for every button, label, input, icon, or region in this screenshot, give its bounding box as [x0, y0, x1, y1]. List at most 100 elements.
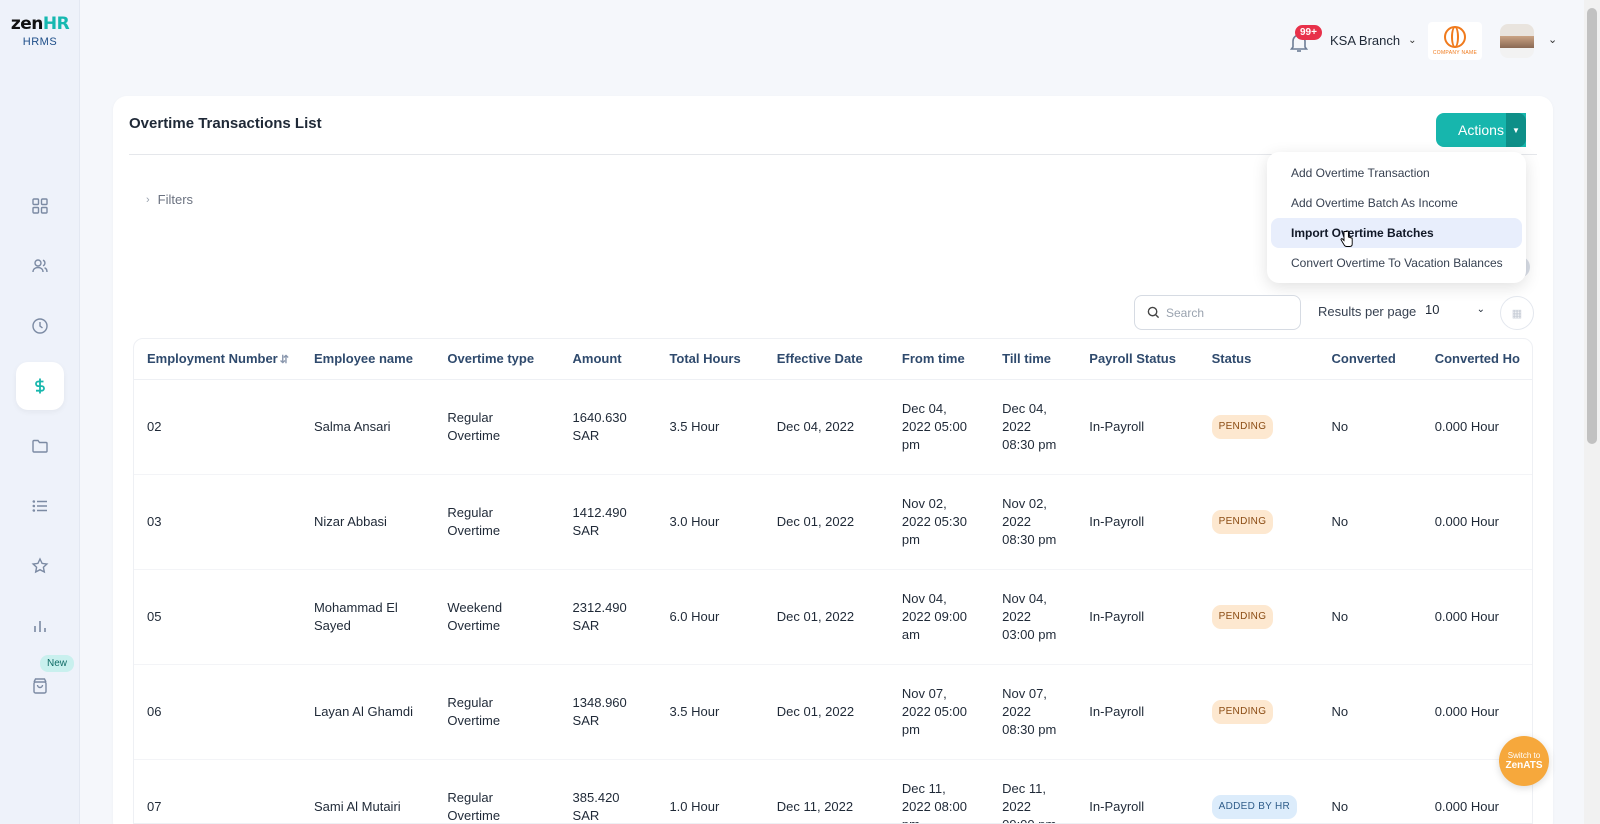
cell-overtime-type: Weekend Overtime [434, 569, 560, 665]
column-header-status[interactable]: Status [1198, 339, 1319, 380]
cell-converted: No [1318, 379, 1422, 475]
table-row[interactable]: 06 Layan Al Ghamdi Regular Overtime 1348… [134, 664, 1532, 760]
cell-status: PENDING [1198, 379, 1319, 475]
cell-overtime-type: Regular Overtime [434, 759, 560, 823]
cell-effective-date: Dec 01, 2022 [763, 474, 889, 570]
switch-line2: ZenATS [1505, 760, 1543, 771]
sidebar-item-dashboard[interactable] [16, 182, 64, 230]
column-header-converted[interactable]: Converted [1318, 339, 1422, 380]
list-icon [32, 500, 47, 512]
globe-icon [1444, 26, 1466, 48]
sidebar: zenHR HRMS New [0, 0, 80, 824]
column-header-employment-number[interactable]: Employment Number ⇵ [134, 339, 301, 380]
table-header-row: Employment Number ⇵ Employee name Overtim… [134, 339, 1532, 380]
cell-converted: No [1318, 474, 1422, 570]
column-header-total-hours[interactable]: Total Hours [656, 339, 764, 380]
column-header-till-time[interactable]: Till time [989, 339, 1077, 380]
cell-total-hours: 3.0 Hour [656, 474, 764, 570]
cell-from-time: Nov 07, 2022 05:00 pm [888, 664, 990, 760]
shopping-bag-icon [33, 678, 47, 694]
cell-overtime-type: Regular Overtime [434, 379, 560, 475]
filters-toggle[interactable]: › Filters [146, 192, 193, 207]
column-header-employee-name[interactable]: Employee name [300, 339, 435, 380]
column-header-amount[interactable]: Amount [559, 339, 657, 380]
sidebar-item-payroll[interactable] [16, 362, 64, 410]
branch-selector[interactable]: KSA Branch ⌄ [1330, 33, 1417, 48]
column-header-effective-date[interactable]: Effective Date [763, 339, 889, 380]
page-title: Overtime Transactions List [129, 115, 322, 132]
sidebar-item-performance[interactable] [16, 542, 64, 590]
page-scrollbar[interactable] [1584, 0, 1600, 824]
cell-till-time: Nov 07, 2022 08:30 pm [989, 664, 1077, 760]
results-per-page-label: Results per page [1318, 304, 1417, 319]
sidebar-item-employees[interactable] [16, 242, 64, 290]
cell-effective-date: Dec 01, 2022 [763, 664, 889, 760]
results-per-page-select[interactable]: 10 ⌄ [1425, 302, 1485, 317]
filters-label: Filters [157, 192, 194, 207]
status-badge: ADDED BY HR [1211, 794, 1298, 819]
menu-item-add-overtime-batch-income[interactable]: Add Overtime Batch As Income [1271, 188, 1522, 218]
cell-amount: 2312.490 SAR [559, 569, 657, 665]
switch-to-zenats-button[interactable]: Switch to ZenATS [1499, 736, 1549, 786]
cell-total-hours: 3.5 Hour [656, 664, 764, 760]
actions-dropdown-menu: Add Overtime Transaction Add Overtime Ba… [1267, 152, 1526, 283]
status-badge: PENDING [1211, 414, 1274, 439]
dollar-icon [35, 378, 45, 394]
column-header-payroll-status[interactable]: Payroll Status [1076, 339, 1199, 380]
column-header-converted-hours[interactable]: Converted Ho [1421, 339, 1532, 380]
table-row[interactable]: 03 Nizar Abbasi Regular Overtime 1412.49… [134, 474, 1532, 570]
cell-effective-date: Dec 11, 2022 [763, 759, 889, 823]
sidebar-item-lists[interactable] [16, 482, 64, 530]
cell-converted: No [1318, 664, 1422, 760]
cell-employment-number: 05 [134, 569, 301, 665]
sidebar-item-marketplace[interactable] [16, 662, 64, 710]
scrollbar-thumb[interactable] [1587, 8, 1597, 444]
caret-down-icon[interactable]: ▼ [1506, 113, 1526, 147]
cell-till-time: Nov 04, 2022 03:00 pm [989, 569, 1077, 665]
cell-employment-number: 02 [134, 379, 301, 475]
sidebar-item-attendance[interactable] [16, 302, 64, 350]
cell-total-hours: 6.0 Hour [656, 569, 764, 665]
cell-payroll-status: In-Payroll [1076, 759, 1199, 823]
table-row[interactable]: 07 Sami Al Mutairi Regular Overtime 385.… [134, 759, 1532, 823]
search-icon [1147, 306, 1160, 319]
column-header-from-time[interactable]: From time [888, 339, 990, 380]
cell-from-time: Dec 04, 2022 05:00 pm [888, 379, 990, 475]
cell-total-hours: 3.5 Hour [656, 379, 764, 475]
company-logo[interactable]: COMPANY NAME [1428, 22, 1482, 60]
chevron-down-icon[interactable]: ⌄ [1548, 33, 1557, 46]
sidebar-item-documents[interactable] [16, 422, 64, 470]
status-badge: PENDING [1211, 509, 1274, 534]
brand-logo[interactable]: zenHR HRMS [0, 14, 80, 48]
sidebar-item-reports[interactable] [16, 602, 64, 650]
cell-status: PENDING [1198, 474, 1319, 570]
sort-icon[interactable]: ⇵ [280, 354, 289, 366]
cell-till-time: Dec 11, 2022 09:00 pm [989, 759, 1077, 823]
menu-item-add-overtime-transaction[interactable]: Add Overtime Transaction [1271, 158, 1522, 188]
cell-employee-name: Nizar Abbasi [300, 474, 435, 570]
search-input[interactable] [1166, 305, 1286, 320]
cell-amount: 1412.490 SAR [559, 474, 657, 570]
cell-status: PENDING [1198, 664, 1319, 760]
menu-item-convert-overtime-vacation[interactable]: Convert Overtime To Vacation Balances [1271, 248, 1522, 278]
cell-converted: No [1318, 759, 1422, 823]
cell-employee-name: Mohammad El Sayed [300, 569, 435, 665]
search-box[interactable] [1134, 295, 1301, 330]
cell-from-time: Dec 11, 2022 08:00 pm [888, 759, 990, 823]
cell-effective-date: Dec 01, 2022 [763, 569, 889, 665]
user-avatar[interactable] [1500, 24, 1534, 58]
table-row[interactable]: 02 Salma Ansari Regular Overtime 1640.63… [134, 379, 1532, 475]
star-icon [31, 557, 49, 574]
cell-status: ADDED BY HR [1198, 759, 1319, 823]
cell-employment-number: 07 [134, 759, 301, 823]
column-header-overtime-type[interactable]: Overtime type [434, 339, 560, 380]
chevron-down-icon: ⌄ [1476, 304, 1485, 315]
cell-till-time: Nov 02, 2022 08:30 pm [989, 474, 1077, 570]
overtime-table: Employment Number ⇵ Employee name Overtim… [133, 338, 1533, 824]
cell-converted: No [1318, 569, 1422, 665]
table-row[interactable]: 05 Mohammad El Sayed Weekend Overtime 23… [134, 569, 1532, 665]
cell-employee-name: Layan Al Ghamdi [300, 664, 435, 760]
columns-settings-icon[interactable]: ▦ [1500, 296, 1534, 330]
menu-item-import-overtime-batches[interactable]: Import Overtime Batches [1271, 218, 1522, 248]
cell-payroll-status: In-Payroll [1076, 664, 1199, 760]
